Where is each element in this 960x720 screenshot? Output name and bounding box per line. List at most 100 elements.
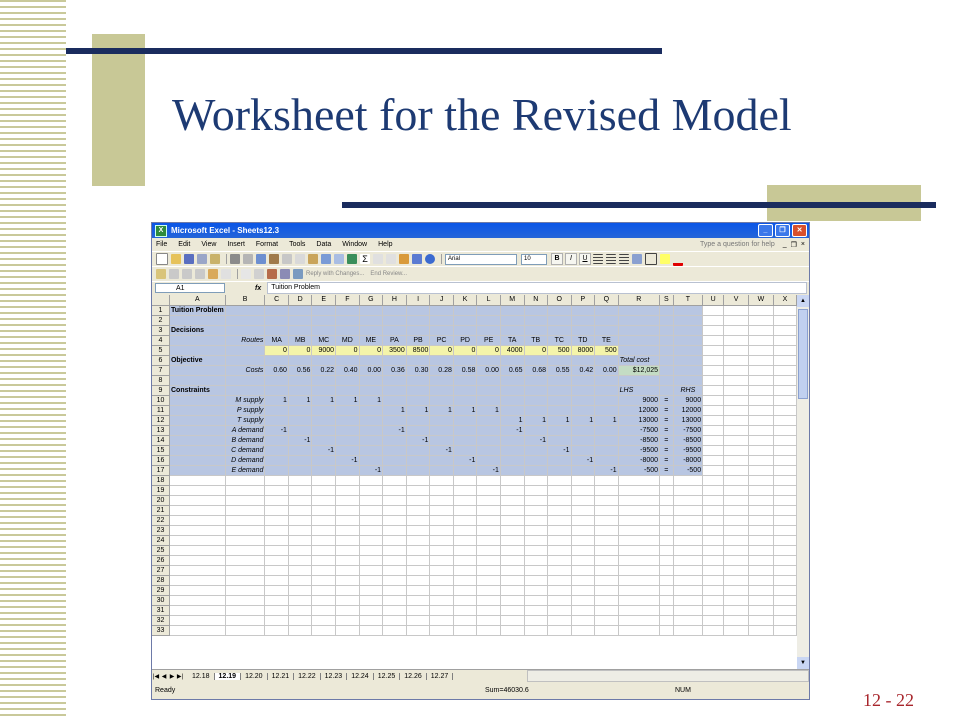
cell-u24[interactable]: [702, 535, 725, 546]
menu-insert[interactable]: Insert: [227, 241, 245, 248]
cell-l17[interactable]: -1: [476, 465, 501, 476]
cell-c12[interactable]: [264, 415, 289, 426]
column-header-q[interactable]: Q: [594, 295, 619, 306]
cell-h3[interactable]: [382, 325, 407, 336]
cell-a13[interactable]: [169, 425, 226, 436]
cell-d23[interactable]: [288, 525, 313, 536]
cell-r6[interactable]: Total cost: [618, 355, 661, 366]
cell-i13[interactable]: [406, 425, 431, 436]
cell-o21[interactable]: [547, 505, 572, 516]
cell-n27[interactable]: [524, 565, 548, 576]
cell-v17[interactable]: [723, 465, 749, 476]
cell-j30[interactable]: [429, 595, 454, 606]
cell-d15[interactable]: [288, 445, 313, 456]
cell-x21[interactable]: [773, 505, 797, 516]
column-header-g[interactable]: G: [359, 295, 384, 306]
cell-o16[interactable]: [547, 455, 572, 466]
cell-e4[interactable]: MC: [311, 335, 337, 346]
cell-g11[interactable]: [359, 405, 384, 416]
cell-r31[interactable]: [618, 605, 661, 616]
cell-r29[interactable]: [618, 585, 661, 596]
cell-n4[interactable]: TB: [524, 335, 548, 346]
cell-e1[interactable]: [311, 305, 337, 316]
cell-l24[interactable]: [476, 535, 501, 546]
redo-icon[interactable]: [334, 254, 344, 264]
cell-t5[interactable]: [673, 345, 704, 356]
cell-x32[interactable]: [773, 615, 797, 626]
row-header[interactable]: 16: [152, 455, 170, 466]
row-header[interactable]: 31: [152, 605, 170, 616]
cell-k8[interactable]: [453, 375, 478, 386]
cell-r15[interactable]: -9500: [618, 445, 661, 456]
cell-b4[interactable]: Routes: [225, 335, 266, 346]
cell-f25[interactable]: [335, 545, 360, 556]
cell-r22[interactable]: [618, 515, 661, 526]
cell-s27[interactable]: [659, 565, 674, 576]
cell-j12[interactable]: [429, 415, 454, 426]
row-header[interactable]: 25: [152, 545, 170, 556]
column-header-j[interactable]: J: [429, 295, 454, 306]
cell-t27[interactable]: [673, 565, 704, 576]
cell-u32[interactable]: [702, 615, 725, 626]
cell-a31[interactable]: [169, 605, 226, 616]
cell-h5[interactable]: 3500: [382, 345, 407, 356]
align-left-icon[interactable]: [593, 254, 603, 264]
review-icon-11[interactable]: [293, 269, 303, 279]
cell-h11[interactable]: 1: [382, 405, 407, 416]
vertical-scrollbar[interactable]: ▲ ▼: [797, 295, 809, 669]
cell-x5[interactable]: [773, 345, 797, 356]
cell-e17[interactable]: [311, 465, 337, 476]
cell-s3[interactable]: [659, 325, 674, 336]
cell-x8[interactable]: [773, 375, 797, 386]
cell-s14[interactable]: =: [659, 435, 674, 446]
cell-m18[interactable]: [500, 475, 525, 486]
cell-v12[interactable]: [723, 415, 749, 426]
cell-i29[interactable]: [406, 585, 431, 596]
cell-t11[interactable]: 12000: [673, 405, 704, 416]
cell-a24[interactable]: [169, 535, 226, 546]
cell-r7[interactable]: $12,025: [618, 365, 661, 376]
cell-a1[interactable]: Tuition Problem: [169, 305, 226, 316]
cell-w14[interactable]: [748, 435, 774, 446]
cell-h33[interactable]: [382, 625, 407, 636]
cell-q17[interactable]: -1: [594, 465, 619, 476]
row-header[interactable]: 29: [152, 585, 170, 596]
menu-format[interactable]: Format: [256, 241, 278, 248]
cell-s26[interactable]: [659, 555, 674, 566]
cell-o31[interactable]: [547, 605, 572, 616]
column-header-k[interactable]: K: [453, 295, 478, 306]
cell-g5[interactable]: 0: [359, 345, 384, 356]
cell-l28[interactable]: [476, 575, 501, 586]
cell-p25[interactable]: [571, 545, 596, 556]
column-header-o[interactable]: O: [547, 295, 572, 306]
cell-n16[interactable]: [524, 455, 548, 466]
cell-m15[interactable]: [500, 445, 525, 456]
cell-k25[interactable]: [453, 545, 478, 556]
cell-d16[interactable]: [288, 455, 313, 466]
cell-b6[interactable]: [225, 355, 266, 366]
cell-t6[interactable]: [673, 355, 704, 366]
cell-f15[interactable]: [335, 445, 360, 456]
cell-i1[interactable]: [406, 305, 431, 316]
cell-e33[interactable]: [311, 625, 337, 636]
cell-c5[interactable]: 0: [264, 345, 289, 356]
cell-u26[interactable]: [702, 555, 725, 566]
cell-w24[interactable]: [748, 535, 774, 546]
cell-n8[interactable]: [524, 375, 548, 386]
cell-o17[interactable]: [547, 465, 572, 476]
cell-e31[interactable]: [311, 605, 337, 616]
cell-w20[interactable]: [748, 495, 774, 506]
cell-j23[interactable]: [429, 525, 454, 536]
cell-w12[interactable]: [748, 415, 774, 426]
cell-n18[interactable]: [524, 475, 548, 486]
cell-l14[interactable]: [476, 435, 501, 446]
cell-n10[interactable]: [524, 395, 548, 406]
cell-r23[interactable]: [618, 525, 661, 536]
cell-q10[interactable]: [594, 395, 619, 406]
cell-e23[interactable]: [311, 525, 337, 536]
cell-t8[interactable]: [673, 375, 704, 386]
cell-j26[interactable]: [429, 555, 454, 566]
row-header[interactable]: 32: [152, 615, 170, 626]
cell-p13[interactable]: [571, 425, 596, 436]
cell-k9[interactable]: [453, 385, 478, 396]
